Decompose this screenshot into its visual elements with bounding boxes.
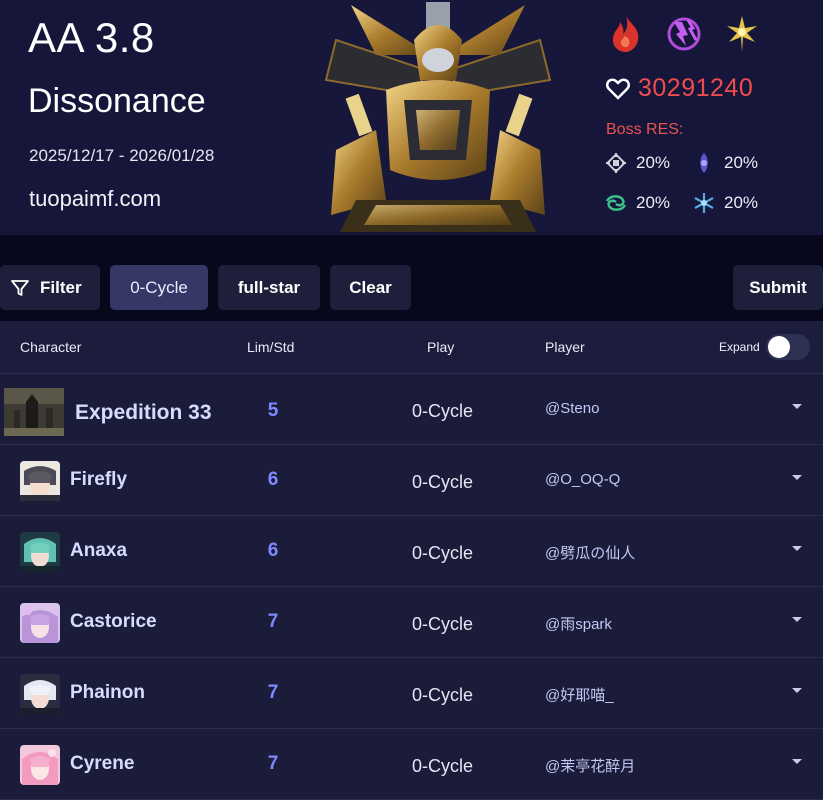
player-handle[interactable]: @茉亭花醉月 (545, 755, 635, 776)
boss-name: Dissonance (28, 82, 206, 120)
firefly-avatar (20, 461, 60, 501)
expand-toggle[interactable] (766, 334, 810, 360)
player-handle[interactable]: @雨spark (545, 613, 612, 634)
expand-row-icon[interactable] (792, 617, 802, 622)
expand-row-icon[interactable] (792, 475, 802, 480)
res-value: 20% (636, 193, 671, 212)
col-lim-std: Lim/Std (247, 339, 295, 355)
mode-title: AA 3.8 (28, 14, 155, 61)
table-header: Character Lim/Std Play Player Expand (0, 321, 823, 374)
hp-value: 30291240 (638, 74, 754, 102)
player-handle[interactable]: @劈瓜の仙人 (545, 542, 635, 563)
avatar (20, 532, 60, 572)
lim-std-count: 7 (267, 682, 279, 703)
table-row[interactable]: Expedition 33 5 0-Cycle @Steno (0, 374, 823, 445)
res-value: 20% (724, 153, 759, 172)
res-wind: 20% (604, 191, 692, 215)
play-type: 0-Cycle (412, 401, 474, 421)
play-type: 0-Cycle (412, 614, 474, 634)
lim-std-count: 6 (267, 469, 279, 490)
site-url: tuopaimf.com (29, 186, 162, 211)
play-type: 0-Cycle (412, 685, 474, 705)
character-name: Firefly (70, 469, 128, 490)
character-name: Phainon (70, 682, 145, 703)
toolbar: Filter 0-Cycle full-star Clear Submit (0, 235, 823, 321)
expand-label: Expand (719, 340, 760, 354)
avatar (20, 461, 60, 501)
lim-std-count: 6 (267, 540, 279, 561)
avatar (20, 603, 60, 643)
expand-row-icon[interactable] (792, 404, 802, 409)
clear-button[interactable]: Clear (330, 265, 411, 310)
full-star-filter-button[interactable]: full-star (218, 265, 320, 310)
boss-res-list: 20% 20% 20% 20% (604, 151, 780, 215)
play-type: 0-Cycle (412, 756, 474, 776)
expand-row-icon[interactable] (792, 759, 802, 764)
player-handle[interactable]: @O_OQ-Q (545, 471, 620, 488)
boss-artwork (316, 0, 560, 232)
player-handle[interactable]: @好耶喵_ (545, 684, 614, 705)
boss-hp: 30291240 (606, 74, 753, 103)
expedition-33-avatar (4, 388, 64, 436)
table-row[interactable]: Anaxa 6 0-Cycle @劈瓜の仙人 (0, 516, 823, 587)
lim-std-count: 5 (267, 400, 279, 421)
avatar (4, 388, 64, 436)
filter-label: Filter (40, 277, 82, 297)
expand-row-icon[interactable] (792, 546, 802, 551)
toggle-knob (768, 336, 790, 358)
player-handle[interactable]: @Steno (545, 400, 599, 417)
filter-icon (11, 279, 29, 296)
res-ice: 20% (692, 191, 780, 215)
lim-std-count: 7 (267, 611, 279, 632)
res-value: 20% (636, 153, 671, 172)
col-character: Character (20, 339, 82, 355)
col-player: Player (545, 339, 585, 355)
date-range: 2025/12/17 - 2026/01/28 (29, 146, 215, 165)
heart-icon (606, 78, 630, 100)
anaxa-avatar (20, 532, 60, 572)
character-name: Castorice (70, 611, 157, 632)
res-physical: 20% (604, 151, 692, 175)
res-value: 20% (724, 193, 759, 212)
table-row[interactable]: Castorice 7 0-Cycle @雨spark (0, 587, 823, 658)
cyrene-avatar (20, 745, 60, 785)
table-row[interactable]: Firefly 6 0-Cycle @O_OQ-Q (0, 445, 823, 516)
avatar (20, 745, 60, 785)
boss-res-title: Boss RES: (606, 121, 684, 138)
table-row[interactable]: Cyrene 7 0-Cycle @茉亭花醉月 (0, 729, 823, 800)
imaginary-element-icon (727, 16, 757, 52)
quantum-res-icon (700, 153, 708, 173)
phainon-avatar (20, 674, 60, 714)
cycle-filter-button[interactable]: 0-Cycle (110, 265, 208, 310)
team-list: Expedition 33 5 0-Cycle @Steno Firefly 6… (0, 374, 823, 800)
avatar (20, 674, 60, 714)
character-name: Anaxa (70, 540, 128, 561)
character-name: Expedition 33 (75, 401, 212, 424)
weakness-elements (608, 14, 760, 54)
boss-banner: AA 3.8 Dissonance 2025/12/17 - 2026/01/2… (0, 0, 823, 235)
lightning-element-icon (667, 17, 701, 51)
filter-button[interactable]: Filter (0, 265, 100, 310)
res-quantum: 20% (692, 151, 780, 175)
castorice-avatar (20, 603, 60, 643)
play-type: 0-Cycle (412, 472, 474, 492)
submit-button[interactable]: Submit (733, 265, 823, 310)
fire-element-icon (612, 16, 639, 52)
expand-row-icon[interactable] (792, 688, 802, 693)
lim-std-count: 7 (267, 753, 279, 774)
physical-res-icon (606, 153, 626, 173)
col-play: Play (427, 339, 455, 355)
play-type: 0-Cycle (412, 543, 474, 563)
character-name: Cyrene (70, 753, 135, 774)
table-row[interactable]: Phainon 7 0-Cycle @好耶喵_ (0, 658, 823, 729)
ice-res-icon (694, 193, 714, 213)
wind-res-icon (605, 195, 627, 211)
